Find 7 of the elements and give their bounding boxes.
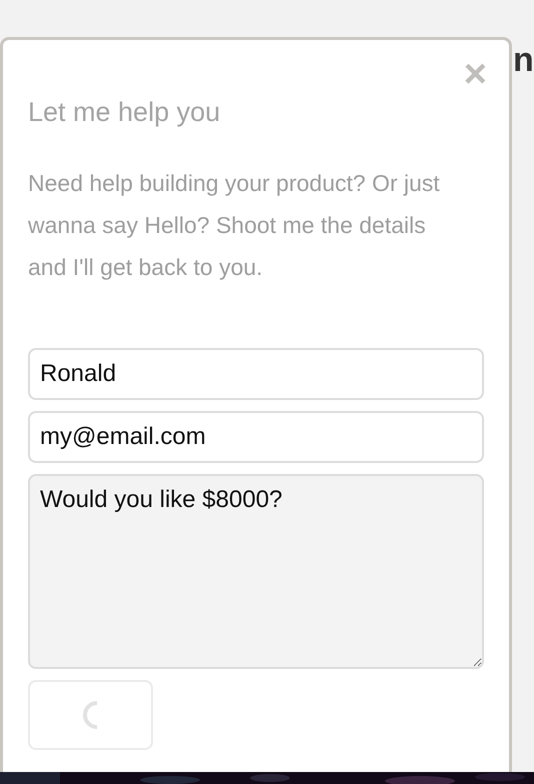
- text-field[interactable]: my@email.com: [28, 411, 484, 463]
- page-heading: n: [513, 40, 534, 80]
- dialog-title: Let me help you: [28, 96, 220, 129]
- message-field[interactable]: Would you like $8000?: [28, 474, 484, 669]
- submit-button[interactable]: [28, 680, 153, 750]
- intro-text: Need help building your product? Or just wanna say Hello? Shoot me the details and I'll get back to you.: [28, 169, 441, 282]
- text-field[interactable]: Ronald: [28, 348, 484, 400]
